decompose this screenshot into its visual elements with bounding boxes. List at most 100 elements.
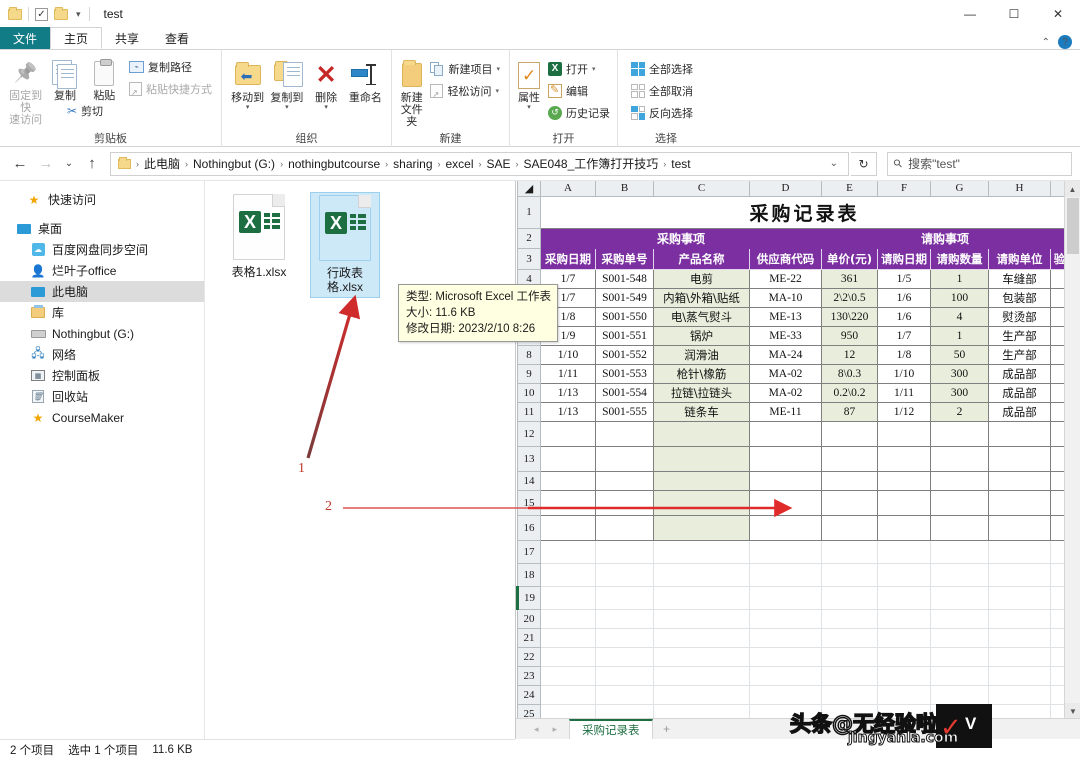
cell-C24[interactable]: [653, 684, 750, 705]
cell-E23[interactable]: [821, 665, 878, 686]
rename-button[interactable]: 重命名: [346, 56, 385, 106]
cell-A24[interactable]: [540, 684, 596, 705]
column-header-D[interactable]: D: [749, 181, 822, 197]
cell-G10[interactable]: 300: [930, 382, 989, 403]
collapse-ribbon-icon[interactable]: ⌃: [1042, 37, 1050, 48]
cell-C22[interactable]: [653, 646, 750, 667]
cell-B22[interactable]: [595, 646, 654, 667]
cell-F19[interactable]: [877, 585, 931, 610]
cell-H22[interactable]: [988, 646, 1051, 667]
breadcrumb-item-1[interactable]: Nothingbut (G:): [190, 157, 278, 171]
delete-button[interactable]: ✕ 删除 ▾: [307, 56, 346, 113]
cell-E16[interactable]: [821, 514, 878, 541]
recent-locations-button[interactable]: ⌄: [60, 152, 78, 176]
sheet-prev-icon[interactable]: ◂: [534, 724, 539, 735]
chevron-down-icon[interactable]: ⌄: [824, 158, 844, 169]
chevron-down-icon[interactable]: ▾: [324, 104, 328, 111]
cell-G5[interactable]: 100: [930, 287, 989, 308]
forward-button[interactable]: →: [34, 152, 58, 176]
cell-E5[interactable]: 2\2\0.5: [821, 287, 878, 308]
open-button[interactable]: X 打开 ▾: [545, 59, 613, 78]
checkbox-icon[interactable]: ✓: [35, 7, 48, 21]
breadcrumb-item-0[interactable]: 此电脑: [141, 155, 183, 172]
paste-shortcut-button[interactable]: 粘贴快捷方式: [126, 79, 215, 98]
cell-B5[interactable]: S001-549: [595, 287, 654, 308]
cell-B16[interactable]: [595, 514, 654, 541]
cell-B17[interactable]: [595, 539, 654, 564]
cell-H10[interactable]: 成品部: [988, 382, 1051, 403]
select-all-button[interactable]: 全部选择: [628, 59, 696, 78]
cell-H13[interactable]: [988, 445, 1051, 472]
cell-A20[interactable]: [540, 608, 596, 629]
tab-file[interactable]: 文件: [0, 27, 51, 49]
copy-path-button[interactable]: ⌁ 复制路径: [126, 57, 215, 76]
cell-C14[interactable]: [653, 470, 750, 491]
spreadsheet-row-6[interactable]: 6 1/8 S001-550 电\蒸气熨斗 ME-13 130\220 1/6 …: [517, 306, 1069, 327]
cell-B20[interactable]: [595, 608, 654, 629]
row-header-16[interactable]: 16: [517, 514, 541, 541]
row-header-20[interactable]: 20: [517, 608, 541, 629]
file-list-pane[interactable]: X 表格1.xlsx X 行政表格.xlsx 类型: Microsoft Exc…: [206, 181, 558, 739]
cell-H24[interactable]: [988, 684, 1051, 705]
cell-A13[interactable]: [540, 445, 596, 472]
cell-F16[interactable]: [877, 514, 931, 541]
cell-F13[interactable]: [877, 445, 931, 472]
cell-D8[interactable]: MA-24: [749, 344, 822, 365]
cell-A10[interactable]: 1/13: [540, 382, 596, 403]
cell-E4[interactable]: 361: [821, 268, 878, 289]
copy-button[interactable]: 复制: [45, 54, 84, 104]
cell-E22[interactable]: [821, 646, 878, 667]
cell-B24[interactable]: [595, 684, 654, 705]
spreadsheet-row-2[interactable]: 2 采购事项 请购事项: [517, 227, 1069, 249]
column-header-A[interactable]: A: [540, 181, 596, 197]
history-button[interactable]: ↺ 历史记录: [545, 103, 613, 122]
cell-C9[interactable]: 枪针\橡筋: [653, 363, 750, 384]
cell-D21[interactable]: [749, 627, 822, 648]
cell-E6[interactable]: 130\220: [821, 306, 878, 327]
select-none-button[interactable]: 全部取消: [628, 81, 696, 100]
spreadsheet-row-3[interactable]: 3 采购日期 采购单号 产品名称 供应商代码 单价(元) 请购日期 请购数量 请…: [517, 247, 1069, 270]
cell-D17[interactable]: [749, 539, 822, 564]
spreadsheet-row-20[interactable]: 20: [517, 608, 1069, 629]
cell-D10[interactable]: MA-02: [749, 382, 822, 403]
cell-G11[interactable]: 2: [930, 401, 989, 422]
properties-button[interactable]: ✓ 属性 ▾: [516, 56, 542, 113]
cell-H18[interactable]: [988, 562, 1051, 587]
select-all-corner[interactable]: ◢: [517, 181, 541, 197]
cell-D22[interactable]: [749, 646, 822, 667]
cell-H9[interactable]: 成品部: [988, 363, 1051, 384]
cell-A19[interactable]: [540, 585, 596, 610]
vertical-scrollbar[interactable]: ▲ ▼: [1064, 181, 1080, 719]
cell-F20[interactable]: [877, 608, 931, 629]
cell-D12[interactable]: [749, 420, 822, 447]
spreadsheet-row-11[interactable]: 11 1/13 S001-555 链条车 ME-11 87 1/12 2 成品部: [517, 401, 1069, 422]
cell-C19[interactable]: [653, 585, 750, 610]
sidebar-item-coursemaker[interactable]: ★ CourseMaker: [0, 407, 204, 428]
cell-D15[interactable]: [749, 489, 822, 516]
cell-E18[interactable]: [821, 562, 878, 587]
cell-H14[interactable]: [988, 470, 1051, 491]
row-header-1[interactable]: 1: [517, 195, 541, 229]
cell-C5[interactable]: 内箱\外箱\贴纸: [653, 287, 750, 308]
cell-F6[interactable]: 1/6: [877, 306, 931, 327]
cell-F11[interactable]: 1/12: [877, 401, 931, 422]
cell-D9[interactable]: MA-02: [749, 363, 822, 384]
sidebar-item-baidu-cloud[interactable]: ☁ 百度网盘同步空间: [0, 239, 204, 260]
cell-F5[interactable]: 1/6: [877, 287, 931, 308]
breadcrumb-item-3[interactable]: sharing: [390, 157, 435, 171]
cell-D7[interactable]: ME-33: [749, 325, 822, 346]
sidebar-item-nothingbut-drive[interactable]: Nothingbut (G:): [0, 323, 204, 344]
cell-G4[interactable]: 1: [930, 268, 989, 289]
cell-A23[interactable]: [540, 665, 596, 686]
cell-D4[interactable]: ME-22: [749, 268, 822, 289]
cell-G18[interactable]: [930, 562, 989, 587]
cell-C21[interactable]: [653, 627, 750, 648]
cell-H23[interactable]: [988, 665, 1051, 686]
spreadsheet-row-17[interactable]: 17: [517, 539, 1069, 564]
invert-selection-button[interactable]: 反向选择: [628, 103, 696, 122]
breadcrumb-item-6[interactable]: SAE048_工作簿打开技巧: [521, 155, 662, 172]
cell-G20[interactable]: [930, 608, 989, 629]
new-folder-icon[interactable]: [54, 6, 68, 20]
sheet-next-icon[interactable]: ▸: [553, 724, 558, 735]
cell-B8[interactable]: S001-552: [595, 344, 654, 365]
